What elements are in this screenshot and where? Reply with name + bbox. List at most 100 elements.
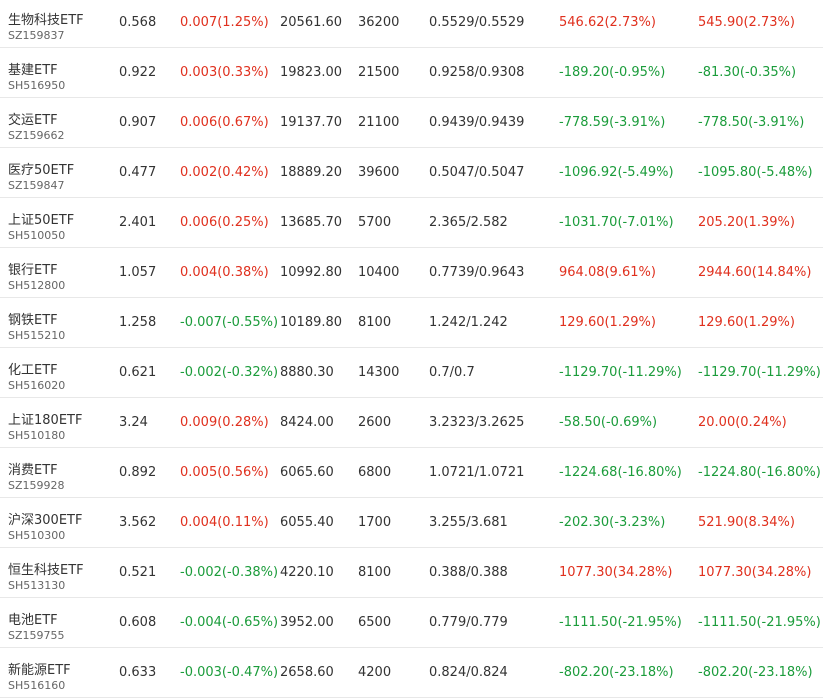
total-profit-loss-cell: -802.20(-23.18%)	[698, 665, 813, 680]
market-value-cell: 6055.40	[280, 515, 334, 530]
etf-code: SH516950	[8, 79, 66, 92]
table-row[interactable]: 沪深300ETF SH510300 3.562 0.004(0.11%) 6055.40…	[0, 498, 823, 548]
total-profit-loss-cell: -1111.50(-21.95%)	[698, 615, 821, 630]
position-cell: 6800	[358, 465, 392, 480]
profit-loss-cell: 129.60(1.29%)	[559, 315, 656, 330]
cost-cell: 0.9258/0.9308	[429, 65, 525, 80]
etf-code: SH510050	[8, 229, 66, 242]
etf-name[interactable]: 交运ETF	[8, 109, 58, 128]
market-value-cell: 18889.20	[280, 165, 343, 180]
profit-loss-cell: -802.20(-23.18%)	[559, 665, 674, 680]
table-row[interactable]: 银行ETF SH512800 1.057 0.004(0.38%) 10992.80 10…	[0, 248, 823, 298]
change-cell: 0.005(0.56%)	[180, 465, 269, 480]
profit-loss-cell: -1031.70(-7.01%)	[559, 215, 674, 230]
cost-cell: 0.824/0.824	[429, 665, 508, 680]
position-cell: 4200	[358, 665, 392, 680]
etf-code: SH516160	[8, 679, 66, 692]
position-cell: 2600	[358, 415, 392, 430]
table-row[interactable]: 基建ETF SH516950 0.922 0.003(0.33%) 19823.00 21…	[0, 48, 823, 98]
change-cell: 0.004(0.38%)	[180, 265, 269, 280]
change-cell: -0.004(-0.65%)	[180, 615, 279, 630]
price-cell: 0.477	[119, 165, 157, 180]
cost-cell: 0.9439/0.9439	[429, 115, 525, 130]
cost-cell: 1.242/1.242	[429, 315, 508, 330]
etf-name[interactable]: 化工ETF	[8, 359, 58, 378]
position-cell: 8100	[358, 315, 392, 330]
cost-cell: 0.779/0.779	[429, 615, 508, 630]
table-row[interactable]: 化工ETF SH516020 0.621 -0.002(-0.32%) 8880.30 1…	[0, 348, 823, 398]
cost-cell: 0.5529/0.5529	[429, 15, 525, 30]
table-row[interactable]: 上证180ETF SH510180 3.24 0.009(0.28%) 8424.00 2…	[0, 398, 823, 448]
price-cell: 3.24	[119, 415, 148, 430]
etf-code: SH515210	[8, 329, 66, 342]
change-cell: -0.002(-0.38%)	[180, 565, 279, 580]
etf-name[interactable]: 医疗50ETF	[8, 159, 74, 178]
etf-name[interactable]: 电池ETF	[8, 609, 58, 628]
total-profit-loss-cell: -1224.80(-16.80%)	[698, 465, 821, 480]
profit-loss-cell: -1111.50(-21.95%)	[559, 615, 682, 630]
cost-cell: 3.2323/3.2625	[429, 415, 525, 430]
etf-name[interactable]: 银行ETF	[8, 259, 58, 278]
total-profit-loss-cell: -778.50(-3.91%)	[698, 115, 805, 130]
market-value-cell: 19137.70	[280, 115, 343, 130]
position-cell: 10400	[358, 265, 400, 280]
etf-code: SZ159928	[8, 479, 65, 492]
position-cell: 14300	[358, 365, 400, 380]
table-row[interactable]: 上证50ETF SH510050 2.401 0.006(0.25%) 13685.70…	[0, 198, 823, 248]
change-cell: 0.003(0.33%)	[180, 65, 269, 80]
etf-code: SH516020	[8, 379, 66, 392]
etf-code: SZ159837	[8, 29, 65, 42]
etf-name[interactable]: 沪深300ETF	[8, 509, 82, 528]
total-profit-loss-cell: 521.90(8.34%)	[698, 515, 795, 530]
etf-code: SH513130	[8, 579, 66, 592]
market-value-cell: 8424.00	[280, 415, 334, 430]
price-cell: 0.621	[119, 365, 157, 380]
position-cell: 21100	[358, 115, 400, 130]
table-row[interactable]: 钢铁ETF SH515210 1.258 -0.007(-0.55%) 10189.80…	[0, 298, 823, 348]
price-cell: 0.568	[119, 15, 157, 30]
profit-loss-cell: -202.30(-3.23%)	[559, 515, 666, 530]
total-profit-loss-cell: 20.00(0.24%)	[698, 415, 787, 430]
table-row[interactable]: 消费ETF SZ159928 0.892 0.005(0.56%) 6065.60 680…	[0, 448, 823, 498]
etf-code: SH510180	[8, 429, 66, 442]
table-row[interactable]: 生物科技ETF SZ159837 0.568 0.007(1.25%) 20561.60…	[0, 0, 823, 48]
etf-name[interactable]: 上证50ETF	[8, 209, 74, 228]
etf-code: SH512800	[8, 279, 66, 292]
position-cell: 6500	[358, 615, 392, 630]
market-value-cell: 6065.60	[280, 465, 334, 480]
cost-cell: 1.0721/1.0721	[429, 465, 525, 480]
table-row[interactable]: 恒生科技ETF SH513130 0.521 -0.002(-0.38%) 4220.1…	[0, 548, 823, 598]
price-cell: 1.258	[119, 315, 157, 330]
price-cell: 0.892	[119, 465, 157, 480]
market-value-cell: 3952.00	[280, 615, 334, 630]
etf-name[interactable]: 消费ETF	[8, 459, 58, 478]
etf-name[interactable]: 钢铁ETF	[8, 309, 58, 328]
total-profit-loss-cell: -81.30(-0.35%)	[698, 65, 797, 80]
etf-code: SZ159755	[8, 629, 65, 642]
market-value-cell: 13685.70	[280, 215, 343, 230]
etf-code: SH510300	[8, 529, 66, 542]
profit-loss-cell: -189.20(-0.95%)	[559, 65, 666, 80]
market-value-cell: 20561.60	[280, 15, 343, 30]
etf-name[interactable]: 新能源ETF	[8, 659, 71, 678]
etf-name[interactable]: 恒生科技ETF	[8, 559, 84, 578]
etf-name[interactable]: 基建ETF	[8, 59, 58, 78]
etf-name[interactable]: 上证180ETF	[8, 409, 82, 428]
holdings-table: 生物科技ETF SZ159837 0.568 0.007(1.25%) 20561.60…	[0, 0, 823, 698]
table-row[interactable]: 电池ETF SZ159755 0.608 -0.004(-0.65%) 3952.00 6…	[0, 598, 823, 648]
market-value-cell: 10189.80	[280, 315, 343, 330]
table-row[interactable]: 交运ETF SZ159662 0.907 0.006(0.67%) 19137.70 21…	[0, 98, 823, 148]
price-cell: 0.608	[119, 615, 157, 630]
position-cell: 39600	[358, 165, 400, 180]
market-value-cell: 8880.30	[280, 365, 334, 380]
cost-cell: 3.255/3.681	[429, 515, 508, 530]
cost-cell: 0.5047/0.5047	[429, 165, 525, 180]
etf-code: SZ159662	[8, 129, 65, 142]
profit-loss-cell: -778.59(-3.91%)	[559, 115, 666, 130]
etf-code: SZ159847	[8, 179, 65, 192]
cost-cell: 0.7739/0.9643	[429, 265, 525, 280]
table-row[interactable]: 新能源ETF SH516160 0.633 -0.003(-0.47%) 2658.60…	[0, 648, 823, 698]
etf-name[interactable]: 生物科技ETF	[8, 9, 84, 28]
cost-cell: 2.365/2.582	[429, 215, 508, 230]
table-row[interactable]: 医疗50ETF SZ159847 0.477 0.002(0.42%) 18889.20…	[0, 148, 823, 198]
